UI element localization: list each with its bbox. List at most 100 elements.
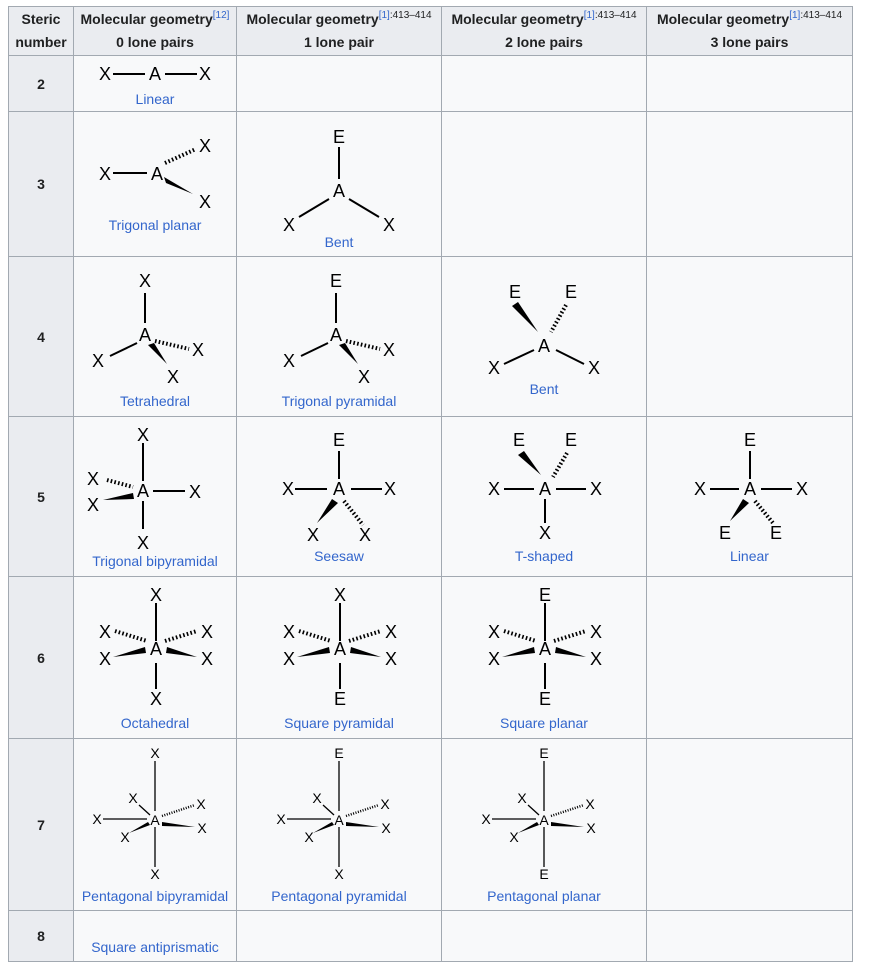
geometry-header-title: Molecular geometry	[451, 11, 584, 27]
seesaw-molecule-diagram: E A X X X X	[282, 430, 396, 545]
square-planar-molecule-diagram: EAX XX XE	[488, 585, 602, 709]
atom-label-ligand: X	[586, 820, 596, 836]
atom-label-ligand: X	[380, 796, 390, 812]
geometry-cell-square-pyramidal: X A X X X X E Square pyramidal	[236, 576, 442, 739]
atom-label-ligand: X	[488, 622, 500, 642]
atom-label-ligand: X	[99, 64, 111, 84]
citation-link-1[interactable]: [1]	[789, 10, 800, 21]
geometry-link-linear[interactable]: Linear	[647, 548, 852, 564]
geometry-link-square-planar[interactable]: Square planar	[442, 715, 646, 731]
geometry-header-title: Molecular geometry	[246, 11, 379, 27]
geometry-link-square-pyramidal[interactable]: Square pyramidal	[237, 715, 441, 731]
atom-label-ligand: X	[150, 585, 162, 605]
geometry-link-bent[interactable]: Bent	[237, 234, 441, 250]
atom-label-ligand: X	[197, 820, 207, 836]
atom-label-ligand: X	[167, 367, 179, 387]
table-row-steric-6: 6 X A X X X X X Octahedral X A X X X X E Square pyrami…	[8, 576, 853, 739]
atom-label-ligand: X	[150, 866, 160, 882]
geometry-link-tetrahedral[interactable]: Tetrahedral	[74, 393, 236, 409]
geometry-link-trigonal-bipyramidal[interactable]: Trigonal bipyramidal	[74, 553, 236, 569]
atom-label-ligand: X	[189, 482, 201, 502]
square-pyramidal-molecule-diagram: XAX XX XE	[283, 585, 397, 709]
atom-label-lone-pair: E	[539, 745, 548, 761]
bonds	[103, 761, 196, 867]
geometry-link-pentagonal-bipyramidal[interactable]: Pentagonal bipyramidal	[74, 888, 236, 904]
steric-number-cell: 8	[8, 910, 74, 962]
atom-label-ligand: X	[150, 745, 160, 761]
atom-label-ligand: X	[199, 192, 211, 212]
trigonal-bipyramidal-molecule-diagram: XA XXXX	[87, 425, 201, 553]
citation-link-1[interactable]: [1]	[584, 10, 595, 21]
atom-label-ligand: X	[590, 649, 602, 669]
geometry-link-linear[interactable]: Linear	[74, 91, 236, 107]
citation-pages: :413–414	[800, 10, 843, 21]
geometry-link-t-shaped[interactable]: T-shaped	[442, 548, 646, 564]
citation-link-1[interactable]: [1]	[379, 10, 390, 21]
atom-label-central: A	[137, 481, 149, 501]
atom-label-lone-pair: E	[509, 282, 521, 302]
atom-label-ligand: X	[358, 367, 370, 387]
atom-label-ligand: X	[383, 340, 395, 360]
geometry-link-pentagonal-planar[interactable]: Pentagonal planar	[442, 888, 646, 904]
citation-link-12[interactable]: [12]	[213, 10, 230, 21]
geometry-link-square-antiprismatic[interactable]: Square antiprismatic	[74, 939, 236, 955]
geometry-link-trigonal-pyramidal[interactable]: Trigonal pyramidal	[237, 393, 441, 409]
atom-label-central: A	[539, 639, 551, 659]
atom-label-ligand: X	[196, 796, 206, 812]
empty-cell	[236, 55, 442, 112]
atom-label-ligand: X	[488, 358, 500, 378]
atom-label-ligand: X	[201, 622, 213, 642]
atom-label-ligand: X	[92, 811, 102, 827]
geometry-link-trigonal-planar[interactable]: Trigonal planar	[74, 217, 236, 233]
atom-label-ligand: X	[92, 351, 104, 371]
atom-label-central: A	[150, 812, 160, 828]
atom-label-ligand: X	[385, 622, 397, 642]
lone-pairs-subheader: 0 lone pairs	[116, 34, 194, 50]
geometry-link-bent[interactable]: Bent	[442, 381, 646, 397]
atom-label-lone-pair: E	[565, 282, 577, 302]
atom-label-central: A	[151, 164, 163, 184]
geometry-link-octahedral[interactable]: Octahedral	[74, 715, 236, 731]
atom-label-ligand: X	[201, 649, 213, 669]
steric-number-header: Steric number	[8, 6, 74, 56]
geometry-cell-linear: X A X Linear	[73, 55, 237, 112]
atom-label-lone-pair: E	[539, 689, 551, 709]
atom-label-lone-pair: E	[539, 585, 551, 605]
geometry-link-seesaw[interactable]: Seesaw	[237, 548, 441, 564]
geometry-link-pentagonal-pyramidal[interactable]: Pentagonal pyramidal	[237, 888, 441, 904]
empty-cell	[646, 576, 853, 739]
atom-label-central: A	[539, 812, 549, 828]
geometry-cell-bent: E A X X Bent	[236, 111, 442, 257]
atom-label-ligand: X	[199, 64, 211, 84]
atom-label-ligand: X	[87, 495, 99, 515]
atom-label-ligand: X	[381, 820, 391, 836]
bent-molecule-diagram: E A X X	[283, 127, 395, 235]
empty-cell	[236, 910, 442, 962]
bent-molecule-diagram: E E A X X	[488, 282, 600, 378]
atom-label-ligand: X	[192, 340, 204, 360]
geometry-cell-square-antiprismatic: Square antiprismatic	[73, 910, 237, 962]
empty-cell	[441, 55, 647, 112]
empty-cell	[646, 910, 853, 962]
atom-label-ligand: X	[283, 622, 295, 642]
atom-label-lone-pair: E	[330, 271, 342, 291]
atom-label-ligand: X	[517, 790, 527, 806]
geometry-header-3-lone-pairs: Molecular geometry[1]:413–414 3 lone pair…	[646, 6, 853, 56]
geometry-cell-pentagonal-bipyramidal: X A X X X X X X Pentagonal bipyramidal	[73, 738, 237, 911]
vsepr-geometry-table: Steric number Molecular geometry [12] 0 lon…	[8, 6, 853, 962]
geometry-header-1-lone-pair: Molecular geometry[1]:413–414 1 lone pair	[236, 6, 442, 56]
atom-label-ligand: X	[199, 136, 211, 156]
atom-label-ligand: X	[334, 866, 344, 882]
atom-label-ligand: X	[590, 479, 602, 499]
atom-label-central: A	[334, 812, 344, 828]
atom-label-lone-pair: E	[513, 430, 525, 450]
atom-label-ligand: X	[99, 649, 111, 669]
atom-label-lone-pair: E	[565, 430, 577, 450]
atom-label-ligand: X	[359, 525, 371, 545]
atom-label-ligand: X	[539, 523, 551, 543]
bonds	[287, 761, 380, 867]
geometry-header-2-lone-pairs: Molecular geometry[1]:413–414 2 lone pair…	[441, 6, 647, 56]
atom-label-ligand: X	[585, 796, 595, 812]
geometry-header-0-lone-pairs: Molecular geometry[12] 0 lone pairs	[73, 6, 237, 56]
steric-number-cell: 7	[8, 738, 74, 911]
